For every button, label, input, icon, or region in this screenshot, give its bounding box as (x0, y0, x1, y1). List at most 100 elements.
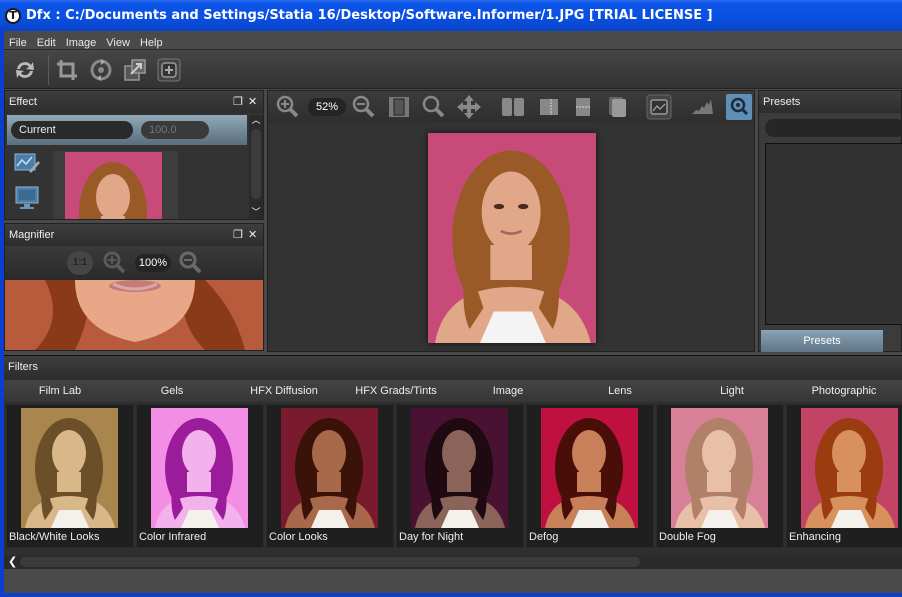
zoom-tool-button[interactable] (420, 94, 446, 120)
restore-icon[interactable]: ❐ (233, 224, 243, 246)
histogram-button[interactable] (690, 94, 716, 120)
image-viewer: 52% (267, 90, 755, 352)
fit-screen-icon (157, 58, 181, 82)
app-logo-icon: T (5, 8, 21, 24)
filter-label: Double Fog (659, 531, 716, 543)
rotate-button[interactable] (88, 57, 114, 83)
before-after-button[interactable] (604, 94, 630, 120)
fit-screen-button[interactable] (156, 57, 182, 83)
scroll-down-icon[interactable]: ﹀ (249, 207, 263, 219)
filter-thumbnail[interactable]: Double Fog (656, 404, 784, 548)
filter-label: Defog (529, 531, 559, 543)
filter-thumbnail[interactable]: Black/White Looks (6, 404, 134, 548)
scroll-thumb[interactable] (20, 557, 640, 567)
rotate-icon (90, 59, 112, 81)
effect-preset-bar: Current 100.0 (7, 115, 247, 145)
resize-icon (124, 59, 146, 81)
filter-category-tab[interactable]: Film Lab (4, 380, 116, 402)
refresh-button[interactable] (12, 57, 38, 83)
split-vertical-button[interactable] (536, 94, 562, 120)
portrait-image (65, 152, 162, 219)
filter-thumbnail[interactable]: Color Infrared (136, 404, 264, 548)
window-title: Dfx : C:/Documents and Settings/Statia 1… (26, 8, 713, 23)
zoom-in-icon (276, 95, 299, 118)
close-icon[interactable]: ✕ (248, 91, 257, 113)
filter-category-tab[interactable]: HFX Grads/Tints (340, 380, 452, 402)
filter-category-tab[interactable]: HFX Diffusion (228, 380, 340, 402)
presets-panel: Presets Presets (758, 90, 902, 352)
filter-label: Day for Night (399, 531, 464, 543)
magnifier-zoom-value[interactable]: 100% (135, 254, 171, 272)
monitor-icon (15, 186, 39, 209)
app-window: T Dfx : C:/Documents and Settings/Statia… (0, 0, 902, 597)
restore-icon[interactable]: ❐ (233, 91, 243, 113)
scroll-thumb[interactable] (251, 129, 261, 199)
main-image-preview[interactable] (428, 133, 596, 343)
close-icon[interactable]: ✕ (248, 224, 257, 246)
presets-panel-title: Presets (763, 96, 801, 108)
effect-panel: Effect ❐ ✕ Current 100.0 ︿ ﹀ (4, 90, 264, 220)
filter-thumbnail[interactable]: Color Looks (266, 404, 394, 548)
display-button[interactable] (13, 185, 41, 211)
filter-category-tab[interactable]: Image (452, 380, 564, 402)
crop-button[interactable] (54, 57, 80, 83)
resize-button[interactable] (122, 57, 148, 83)
filter-label: Black/White Looks (9, 531, 100, 543)
tab-presets[interactable]: Presets (761, 330, 883, 352)
effect-thumbnail[interactable] (65, 152, 162, 219)
effect-scrollbar[interactable]: ︿ ﹀ (249, 115, 263, 219)
actual-size-button[interactable]: 1:1 (67, 251, 93, 275)
filters-panel-title: Filters (8, 361, 38, 373)
filter-thumbnail[interactable]: Day for Night (396, 404, 524, 548)
scroll-left-icon[interactable]: ❮ (8, 555, 17, 569)
split-view-button[interactable] (500, 94, 526, 120)
preset-name-field[interactable]: Current (11, 121, 133, 139)
portrait-image (428, 133, 596, 343)
loupe-icon (730, 97, 749, 116)
zoom-in-button[interactable] (274, 94, 300, 120)
move-arrows-icon (457, 95, 481, 119)
filter-category-tab[interactable]: Photographic (788, 380, 900, 402)
edit-graph-icon (14, 153, 40, 173)
magnifier-view[interactable] (5, 280, 263, 350)
frame-icon (389, 97, 409, 117)
edit-effect-button[interactable] (13, 151, 41, 177)
filter-label: Color Infrared (139, 531, 207, 543)
split-horizontal-icon (576, 98, 590, 116)
split-vertical-icon (540, 99, 558, 115)
amount-field[interactable]: 100.0 (141, 121, 209, 139)
presets-search-input[interactable] (765, 119, 902, 137)
filter-preview-image (21, 408, 118, 528)
pan-tool-button[interactable] (456, 94, 482, 120)
viewer-zoom-value[interactable]: 52% (308, 98, 346, 116)
image-frame-icon (646, 94, 672, 120)
zoom-out-icon (179, 251, 202, 274)
split-view-icon (502, 98, 524, 116)
toolbar-separator (48, 55, 49, 85)
presets-list[interactable] (765, 143, 902, 325)
filter-preview-image (151, 408, 248, 528)
presets-panel-header: Presets (759, 91, 901, 113)
magnified-image (5, 280, 263, 350)
filter-preview-image (801, 408, 898, 528)
split-horizontal-button[interactable] (570, 94, 596, 120)
filter-category-tab[interactable]: Gels (116, 380, 228, 402)
fit-frame-button[interactable] (386, 94, 412, 120)
fit-image-button[interactable] (646, 94, 672, 120)
zoom-out-button[interactable] (350, 94, 376, 120)
magnifier-zoom-in-button[interactable] (101, 250, 127, 276)
filter-label: Color Looks (269, 531, 328, 543)
filters-scrollbar[interactable]: ❮ (4, 555, 902, 569)
filter-thumbnail[interactable]: Enhancing (786, 404, 902, 548)
filter-label: Enhancing (789, 531, 841, 543)
filter-thumbnail[interactable]: Defog (526, 404, 654, 548)
status-bar (4, 569, 902, 593)
magnifier-zoom-out-button[interactable] (177, 250, 203, 276)
histogram-icon (692, 99, 713, 114)
filter-category-tab[interactable]: Lens (564, 380, 676, 402)
loupe-button[interactable] (726, 94, 752, 120)
menu-bar: File Edit Image View Help (4, 31, 902, 50)
scroll-up-icon[interactable]: ︿ (249, 115, 263, 127)
filter-category-tab[interactable]: Light (676, 380, 788, 402)
magnifier-icon (422, 95, 445, 118)
